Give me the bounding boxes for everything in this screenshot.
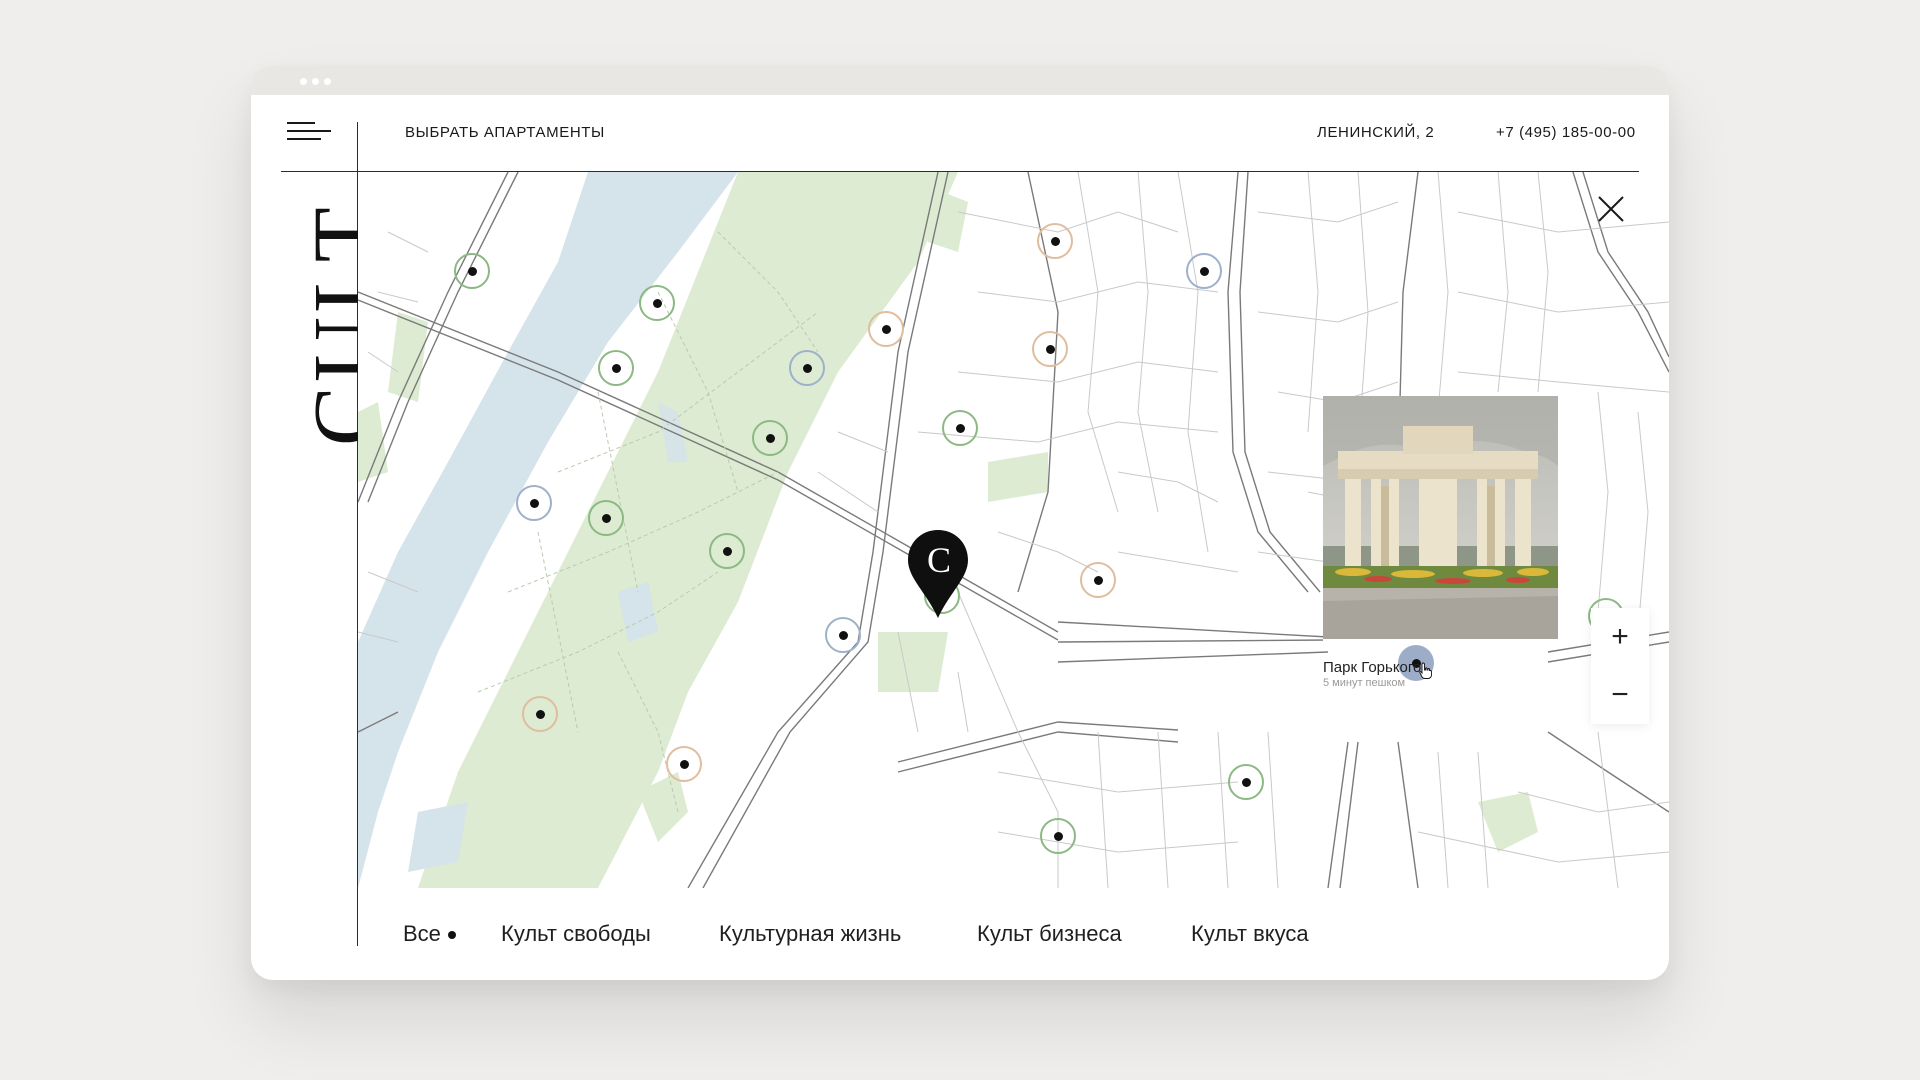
filter-all[interactable]: Все: [403, 921, 456, 947]
pin-letter: C: [927, 540, 951, 580]
filter-taste[interactable]: Культ вкуса: [1191, 921, 1309, 947]
filter-culture[interactable]: Культурная жизнь: [719, 921, 901, 947]
map-marker[interactable]: [639, 285, 675, 321]
map-marker[interactable]: [868, 311, 904, 347]
map-marker[interactable]: [588, 500, 624, 536]
map-marker[interactable]: [825, 617, 861, 653]
place-title: Парк Горького: [1323, 659, 1422, 676]
zoom-in-button[interactable]: +: [1591, 608, 1649, 666]
map-marker[interactable]: [1228, 764, 1264, 800]
map-marker[interactable]: [1186, 253, 1222, 289]
map-marker[interactable]: [709, 533, 745, 569]
place-walk-time: 5 минут пешком: [1323, 677, 1406, 689]
window-dot: [312, 78, 319, 85]
place-photo: [1323, 396, 1558, 639]
active-dot-icon: [447, 931, 456, 940]
map-marker[interactable]: [1032, 331, 1068, 367]
filter-freedom[interactable]: Культ свободы: [501, 921, 651, 947]
map-marker[interactable]: [516, 485, 552, 521]
location-pin-icon[interactable]: C: [906, 528, 970, 620]
map-marker[interactable]: [752, 420, 788, 456]
window-dot: [324, 78, 331, 85]
map-marker[interactable]: [522, 696, 558, 732]
map-marker[interactable]: [598, 350, 634, 386]
phone-link[interactable]: +7 (495) 185-00-00: [1496, 124, 1636, 141]
choose-apartments-link[interactable]: ВЫБРАТЬ АПАРТАМЕНТЫ: [405, 124, 605, 141]
map-marker[interactable]: [1080, 562, 1116, 598]
window-chrome: [251, 66, 1669, 95]
map-marker[interactable]: [942, 410, 978, 446]
close-button[interactable]: [1596, 194, 1626, 224]
address-label: ЛЕНИНСКИЙ, 2: [1317, 124, 1435, 141]
map-marker[interactable]: [1037, 223, 1073, 259]
window-dot: [300, 78, 307, 85]
close-icon: [1598, 196, 1624, 222]
map-marker[interactable]: [789, 350, 825, 386]
browser-window: ВЫБРАТЬ АПАРТАМЕНТЫ ЛЕНИНСКИЙ, 2 +7 (495…: [251, 66, 1669, 980]
filter-business[interactable]: Культ бизнеса: [977, 921, 1122, 947]
map-marker[interactable]: [1040, 818, 1076, 854]
place-popup[interactable]: Парк Горького 5 минут пешком: [1323, 396, 1558, 689]
zoom-out-button[interactable]: −: [1591, 666, 1649, 724]
zoom-controls: + −: [1591, 608, 1649, 724]
menu-icon[interactable]: [287, 120, 331, 142]
map-marker[interactable]: [454, 253, 490, 289]
filter-label: Все: [403, 921, 441, 946]
map-marker[interactable]: [666, 746, 702, 782]
